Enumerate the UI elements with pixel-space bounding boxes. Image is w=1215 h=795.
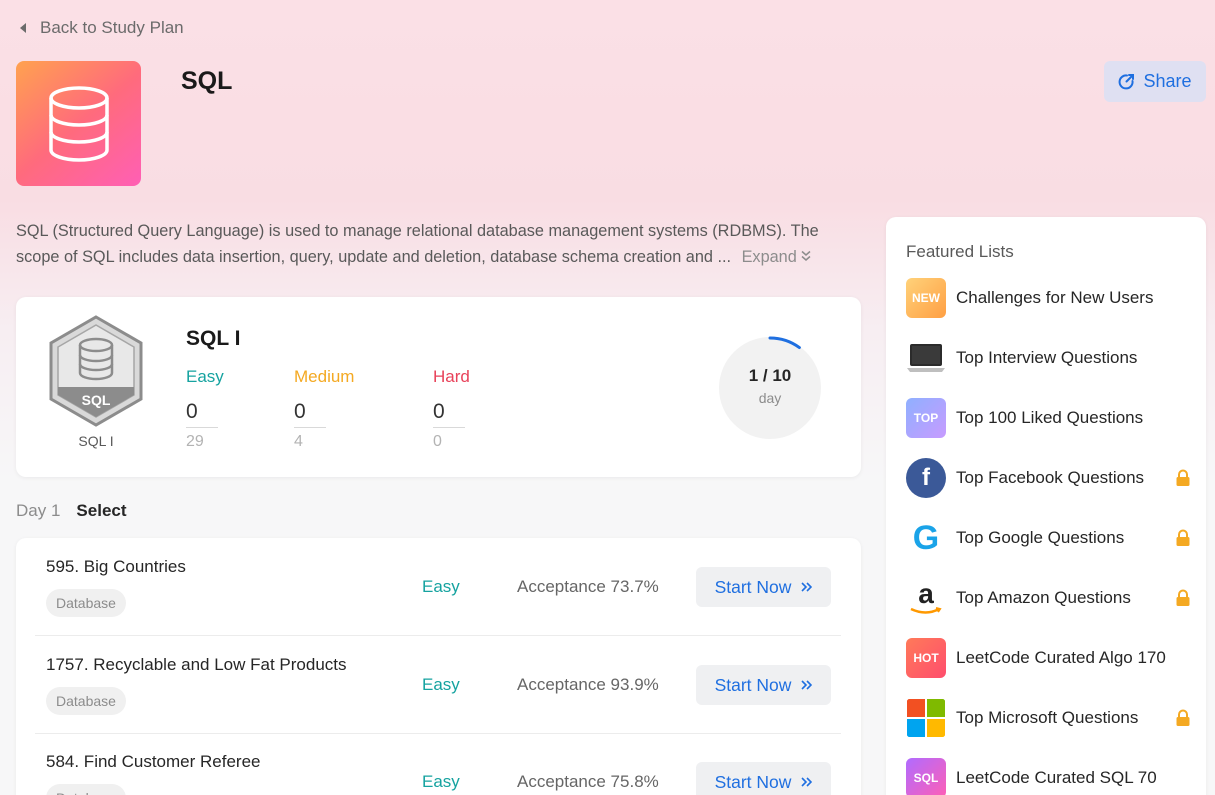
featured-item-label: Top Amazon Questions: [956, 588, 1131, 607]
back-to-study-plan-link[interactable]: Back to Study Plan: [20, 18, 184, 38]
day-label: Day 1: [16, 501, 61, 520]
double-chevron-right-icon: [801, 680, 813, 690]
share-label: Share: [1143, 71, 1192, 91]
plan-summary-card: SQL SQL I SQL I Easy 0 29 Medium 0 4 Har…: [16, 297, 861, 477]
plan-logo: [16, 61, 141, 186]
chevron-down-icon: [801, 250, 811, 261]
total-count: 29: [186, 433, 204, 450]
share-button[interactable]: Share: [1104, 61, 1206, 102]
start-now-button[interactable]: Start Now: [696, 665, 831, 705]
question-difficulty: Easy: [422, 772, 460, 791]
question-acceptance: Acceptance 93.9%: [517, 675, 659, 694]
featured-item-top-100-liked[interactable]: TOP Top 100 Liked Questions: [906, 398, 1191, 438]
solved-count: 0: [186, 400, 218, 428]
amazon-icon: a: [906, 578, 946, 618]
solved-count: 0: [433, 400, 465, 428]
difficulty-label: Medium: [294, 367, 355, 386]
back-label: Back to Study Plan: [40, 18, 184, 37]
question-title[interactable]: 1757. Recyclable and Low Fat Products: [46, 655, 347, 675]
total-count: 0: [433, 433, 442, 450]
lock-icon: [1176, 469, 1190, 486]
table-row: 595. Big Countries Database Easy Accepta…: [35, 538, 841, 636]
new-badge-icon: NEW: [906, 278, 946, 318]
page-title: SQL: [181, 67, 233, 95]
lock-icon: [1176, 529, 1190, 546]
plan-name: SQL I: [186, 327, 241, 350]
featured-item-curated-algo[interactable]: HOT LeetCode Curated Algo 170: [906, 638, 1191, 678]
featured-item-label: Top Interview Questions: [956, 348, 1138, 367]
featured-item-label: Top Microsoft Questions: [956, 708, 1139, 727]
progress-text: 1 / 10 day: [718, 366, 822, 406]
lock-icon: [1176, 589, 1190, 606]
hot-badge-icon: HOT: [906, 638, 946, 678]
difficulty-label: Easy: [186, 367, 224, 386]
day-select-button[interactable]: Select: [76, 501, 126, 521]
microsoft-icon: [906, 698, 946, 738]
badge-text: SQL: [82, 392, 111, 408]
featured-item-label: Top 100 Liked Questions: [956, 408, 1144, 427]
badge-caption: SQL I: [78, 433, 114, 449]
sql-badge-icon: SQL: [906, 758, 946, 795]
featured-item-google[interactable]: G Top Google Questions: [906, 518, 1191, 558]
question-difficulty: Easy: [422, 675, 460, 694]
start-now-button[interactable]: Start Now: [696, 567, 831, 607]
difficulty-label: Hard: [433, 367, 470, 386]
question-tag: Database: [46, 589, 126, 617]
google-icon: G: [912, 518, 940, 557]
table-row: 584. Find Customer Referee Database Easy…: [35, 733, 841, 795]
featured-lists-panel: Featured Lists NEW Challenges for New Us…: [886, 217, 1206, 795]
difficulty-hard: Hard 0 0: [433, 367, 470, 451]
question-list: 595. Big Countries Database Easy Accepta…: [16, 538, 861, 795]
featured-item-label: Challenges for New Users: [956, 288, 1154, 307]
back-arrow-icon: [20, 23, 26, 33]
expand-button[interactable]: Expand: [742, 248, 812, 266]
difficulty-easy: Easy 0 29: [186, 367, 224, 451]
laptop-icon: [906, 338, 946, 378]
total-count: 4: [294, 433, 303, 450]
database-icon: [48, 85, 109, 162]
progress-unit: day: [758, 390, 782, 406]
progress-value: 1 / 10: [748, 366, 792, 385]
featured-lists-title: Featured Lists: [906, 242, 1014, 261]
table-row: 1757. Recyclable and Low Fat Products Da…: [35, 636, 841, 734]
featured-item-label: LeetCode Curated SQL 70: [956, 768, 1157, 787]
question-acceptance: Acceptance 75.8%: [517, 772, 659, 791]
question-tag: Database: [46, 784, 126, 795]
featured-item-label: LeetCode Curated Algo 170: [956, 648, 1166, 667]
sql-badge-icon: SQL: [49, 315, 143, 427]
featured-item-label: Top Facebook Questions: [956, 468, 1145, 487]
featured-item-top-interview[interactable]: Top Interview Questions: [906, 338, 1191, 378]
difficulty-medium: Medium 0 4: [294, 367, 354, 451]
featured-item-label: Top Google Questions: [956, 528, 1125, 547]
start-now-button[interactable]: Start Now: [696, 762, 831, 795]
top-badge-icon: TOP: [906, 398, 946, 438]
question-tag: Database: [46, 687, 126, 715]
description-text: SQL (Structured Query Language) is used …: [16, 222, 819, 266]
featured-item-new-users[interactable]: NEW Challenges for New Users: [906, 278, 1191, 318]
solved-count: 0: [294, 400, 326, 428]
share-icon: [1119, 74, 1135, 90]
double-chevron-right-icon: [801, 777, 813, 787]
question-difficulty: Easy: [422, 577, 460, 596]
featured-item-curated-sql[interactable]: SQL LeetCode Curated SQL 70: [906, 758, 1191, 795]
facebook-icon: f: [906, 458, 946, 498]
featured-item-microsoft[interactable]: Top Microsoft Questions: [906, 698, 1191, 738]
double-chevron-right-icon: [801, 582, 813, 592]
question-title[interactable]: 595. Big Countries: [46, 557, 186, 577]
plan-description: SQL (Structured Query Language) is used …: [16, 218, 861, 270]
lock-icon: [1176, 709, 1190, 726]
day-row: Day 1 Select: [16, 501, 127, 521]
featured-item-amazon[interactable]: a Top Amazon Questions: [906, 578, 1191, 618]
question-acceptance: Acceptance 73.7%: [517, 577, 659, 596]
question-title[interactable]: 584. Find Customer Referee: [46, 752, 261, 772]
featured-item-facebook[interactable]: f Top Facebook Questions: [906, 458, 1191, 498]
